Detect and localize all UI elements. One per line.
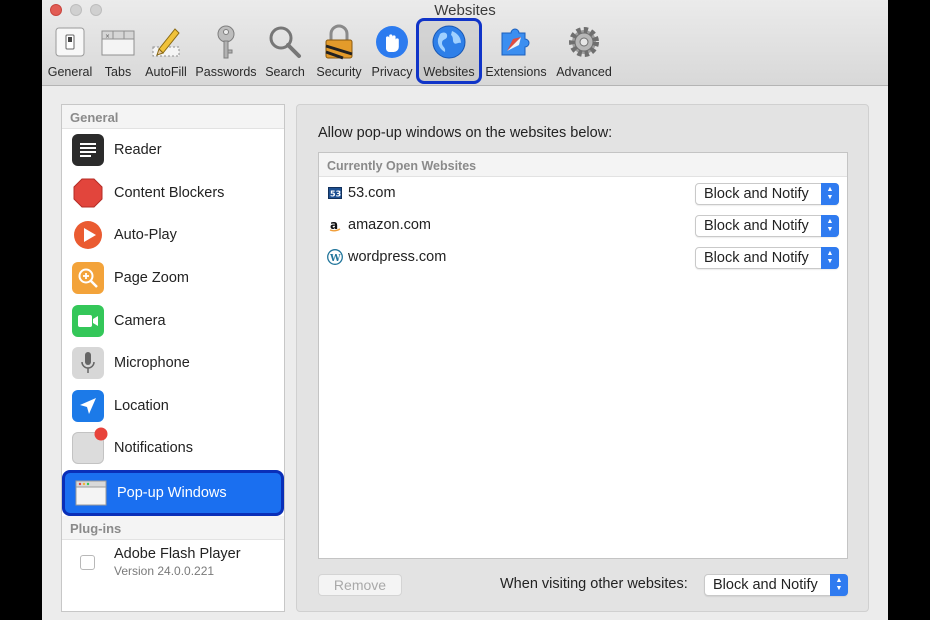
autofill-pencil-icon [148, 24, 184, 60]
sidebar-item-microphone[interactable]: Microphone [62, 342, 284, 385]
toolbar-advanced-label: Advanced [556, 65, 612, 79]
amazon-favicon-icon: a [327, 217, 343, 233]
toolbar-security-label: Security [316, 65, 362, 79]
sidebar-item-auto-play[interactable]: Auto-Play [62, 214, 284, 257]
globe-icon [431, 24, 467, 60]
key-icon [208, 24, 244, 60]
select-value: Block and Notify [704, 186, 809, 202]
reader-icon [72, 134, 104, 167]
sidebar-item-label: Page Zoom [114, 270, 189, 287]
list-item[interactable]: a amazon.com Block and Notify ▲ ▼ [319, 209, 847, 241]
site-popup-setting-select[interactable]: Block and Notify ▲ ▼ [695, 215, 839, 237]
toolbar-general-button[interactable]: General [46, 20, 94, 80]
toolbar-websites-button[interactable]: Websites [416, 18, 482, 84]
toolbar-privacy-button[interactable]: Privacy [369, 20, 415, 80]
sidebar-item-label: Pop-up Windows [117, 484, 227, 501]
toolbar-websites-label: Websites [423, 65, 475, 79]
sidebar-item-pop-up-windows[interactable]: Pop-up Windows [62, 469, 284, 516]
chevron-updown-icon: ▲ ▼ [821, 247, 839, 269]
svg-text:53: 53 [330, 190, 341, 199]
magnifier-icon [267, 24, 303, 60]
sidebar-item-label: Auto-Play [114, 227, 177, 244]
toolbar-general-label: General [47, 65, 93, 79]
popup-window-icon [75, 477, 107, 509]
sidebar-item-content-blockers[interactable]: Content Blockers [62, 172, 284, 215]
toolbar-search-label: Search [265, 65, 305, 79]
sidebar-item-label: Notifications [114, 440, 193, 457]
site-popup-setting-select[interactable]: Block and Notify ▲ ▼ [695, 183, 839, 205]
website-list: Currently Open Websites 53 53.com Block … [318, 152, 848, 559]
puzzle-icon [498, 24, 534, 60]
main-pane: Allow pop-up windows on the websites bel… [296, 104, 869, 612]
tabs-icon: × [100, 24, 136, 60]
list-item[interactable]: W wordpress.com Block and Notify ▲ ▼ [319, 241, 847, 273]
sidebar-item-camera[interactable]: Camera [62, 299, 284, 342]
list-item[interactable]: 53 53.com Block and Notify ▲ ▼ [319, 177, 847, 209]
chevron-updown-icon: ▲ ▼ [830, 574, 848, 596]
stop-sign-icon [72, 177, 104, 209]
toolbar-search-button[interactable]: Search [262, 20, 308, 80]
chevron-updown-icon: ▲ ▼ [821, 183, 839, 205]
padlock-icon [321, 24, 357, 60]
plugin-version: Version 24.0.0.221 [114, 563, 215, 578]
wordpress-favicon-icon: W [327, 249, 343, 265]
plugin-item-flash: Adobe Flash Player Version 24.0.0.221 [62, 540, 284, 588]
preferences-window: Websites General × Tabs AutoFill Passwor… [42, 0, 888, 620]
microphone-icon [72, 347, 104, 380]
site-domain: 53.com [348, 185, 396, 201]
play-icon [72, 219, 104, 251]
toolbar-extensions-button[interactable]: Extensions [484, 20, 548, 80]
toolbar-security-button[interactable]: Security [312, 20, 366, 80]
hand-icon [374, 24, 410, 60]
select-value: Block and Notify [713, 577, 818, 593]
other-websites-label: When visiting other websites: [500, 576, 688, 592]
sidebar-plugins-header: Plug-ins [62, 515, 284, 540]
svg-text:W: W [329, 253, 341, 264]
toolbar-autofill-label: AutoFill [145, 65, 187, 79]
location-arrow-icon [72, 389, 104, 422]
select-value: Block and Notify [704, 218, 809, 234]
toolbar-tabs-button[interactable]: × Tabs [96, 20, 140, 80]
toolbar-tabs-label: Tabs [104, 65, 132, 79]
general-switch-icon [52, 24, 88, 60]
sidebar: General Reader Content Blockers Auto-Pla… [61, 104, 285, 612]
toolbar-advanced-button[interactable]: Advanced [552, 20, 616, 80]
sidebar-general-header: General [62, 105, 284, 129]
notification-badge-icon [72, 427, 108, 465]
toolbar-privacy-label: Privacy [371, 65, 413, 79]
sidebar-item-location[interactable]: Location [62, 385, 284, 428]
remove-button[interactable]: Remove [318, 574, 402, 596]
plugin-name: Adobe Flash Player [114, 545, 241, 562]
sidebar-item-label: Reader [114, 142, 162, 159]
other-websites-setting-select[interactable]: Block and Notify ▲ ▼ [704, 574, 848, 596]
zoom-icon [72, 262, 104, 295]
site-popup-setting-select[interactable]: Block and Notify ▲ ▼ [695, 247, 839, 269]
gear-icon [566, 24, 602, 60]
chevron-updown-icon: ▲ ▼ [821, 215, 839, 237]
camera-icon [72, 304, 104, 337]
sidebar-item-label: Microphone [114, 355, 190, 372]
toolbar: Websites General × Tabs AutoFill Passwor… [42, 0, 888, 86]
window-title: Websites [434, 2, 496, 19]
toolbar-passwords-label: Passwords [195, 65, 257, 79]
toolbar-extensions-label: Extensions [485, 65, 547, 79]
sidebar-item-notifications[interactable]: Notifications [62, 427, 284, 470]
plugin-enable-checkbox[interactable] [80, 554, 95, 570]
sidebar-item-label: Location [114, 397, 169, 414]
sidebar-item-reader[interactable]: Reader [62, 129, 284, 172]
site-domain: wordpress.com [348, 249, 447, 265]
sidebar-item-label: Camera [114, 312, 166, 329]
select-value: Block and Notify [704, 250, 809, 266]
sidebar-item-page-zoom[interactable]: Page Zoom [62, 257, 284, 300]
allow-popups-label: Allow pop-up windows on the websites bel… [318, 125, 613, 141]
53-favicon-icon: 53 [327, 185, 343, 201]
site-domain: amazon.com [348, 217, 432, 233]
sidebar-item-label: Content Blockers [114, 184, 225, 201]
website-list-header: Currently Open Websites [319, 153, 847, 177]
toolbar-passwords-button[interactable]: Passwords [194, 20, 258, 80]
svg-text:×: × [105, 33, 110, 40]
toolbar-autofill-button[interactable]: AutoFill [142, 20, 190, 80]
